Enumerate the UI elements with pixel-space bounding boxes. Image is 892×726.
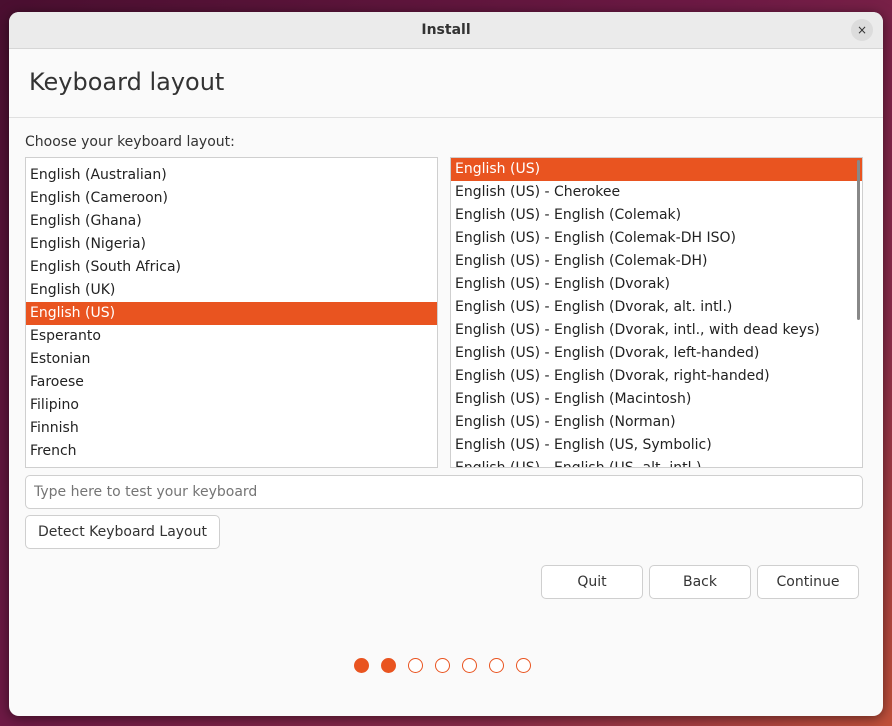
- window-title: Install: [421, 22, 471, 38]
- list-item[interactable]: English (US) - English (Dvorak, left-han…: [451, 342, 862, 365]
- back-button[interactable]: Back: [649, 565, 751, 599]
- progress-dot: [516, 658, 531, 673]
- list-item[interactable]: English (US) - English (Colemak-DH ISO): [451, 227, 862, 250]
- list-item[interactable]: English (US): [26, 302, 437, 325]
- progress-dot: [435, 658, 450, 673]
- list-item[interactable]: Esperanto: [26, 325, 437, 348]
- list-item[interactable]: English (US) - English (US, Symbolic): [451, 434, 862, 457]
- divider: [9, 117, 883, 118]
- list-item[interactable]: Finnish: [26, 417, 437, 440]
- list-item[interactable]: English (US) - English (Dvorak): [451, 273, 862, 296]
- variant-list[interactable]: English (US) English (US) - Cherokee Engli…: [450, 157, 863, 468]
- progress-dots: [354, 658, 531, 673]
- list-item[interactable]: English (US) - English (Colemak-DH): [451, 250, 862, 273]
- list-item[interactable]: English (US) - English (Macintosh): [451, 388, 862, 411]
- list-item[interactable]: English (Ghana): [26, 210, 437, 233]
- progress-dot: [408, 658, 423, 673]
- progress-dot: [462, 658, 477, 673]
- quit-button[interactable]: Quit: [541, 565, 643, 599]
- list-item[interactable]: English (US): [451, 158, 862, 181]
- progress-dot: [354, 658, 369, 673]
- list-item[interactable]: English (US) - English (Dvorak, intl., w…: [451, 319, 862, 342]
- detect-layout-button[interactable]: Detect Keyboard Layout: [25, 515, 220, 549]
- title-bar: Install ×: [9, 12, 883, 49]
- list-item[interactable]: English (Australian): [26, 164, 437, 187]
- progress-dot: [381, 658, 396, 673]
- list-item[interactable]: English (US) - Cherokee: [451, 181, 862, 204]
- list-item[interactable]: Estonian: [26, 348, 437, 371]
- close-icon[interactable]: ×: [851, 19, 873, 41]
- list-item[interactable]: English (US) - English (US, alt. intl.): [451, 457, 862, 467]
- list-item[interactable]: English (Nigeria): [26, 233, 437, 256]
- continue-button[interactable]: Continue: [757, 565, 859, 599]
- installer-window: Install × Keyboard layout Choose your ke…: [9, 12, 883, 716]
- list-item[interactable]: English (US) - English (Dvorak, right-ha…: [451, 365, 862, 388]
- list-item[interactable]: French: [26, 440, 437, 463]
- layout-list[interactable]: English (Australian) English (Cameroon) En…: [25, 157, 438, 468]
- list-item[interactable]: Filipino: [26, 394, 437, 417]
- keyboard-test-input[interactable]: [25, 475, 863, 509]
- list-item[interactable]: English (US) - English (Dvorak, alt. int…: [451, 296, 862, 319]
- list-item[interactable]: English (UK): [26, 279, 437, 302]
- list-item[interactable]: English (South Africa): [26, 256, 437, 279]
- progress-dot: [489, 658, 504, 673]
- page-title: Keyboard layout: [29, 68, 225, 96]
- layout-prompt: Choose your keyboard layout:: [25, 134, 235, 150]
- list-item[interactable]: English (US) - English (Colemak): [451, 204, 862, 227]
- list-item[interactable]: English (Cameroon): [26, 187, 437, 210]
- list-item[interactable]: Faroese: [26, 371, 437, 394]
- scrollbar[interactable]: [857, 160, 860, 320]
- list-item[interactable]: English (US) - English (Norman): [451, 411, 862, 434]
